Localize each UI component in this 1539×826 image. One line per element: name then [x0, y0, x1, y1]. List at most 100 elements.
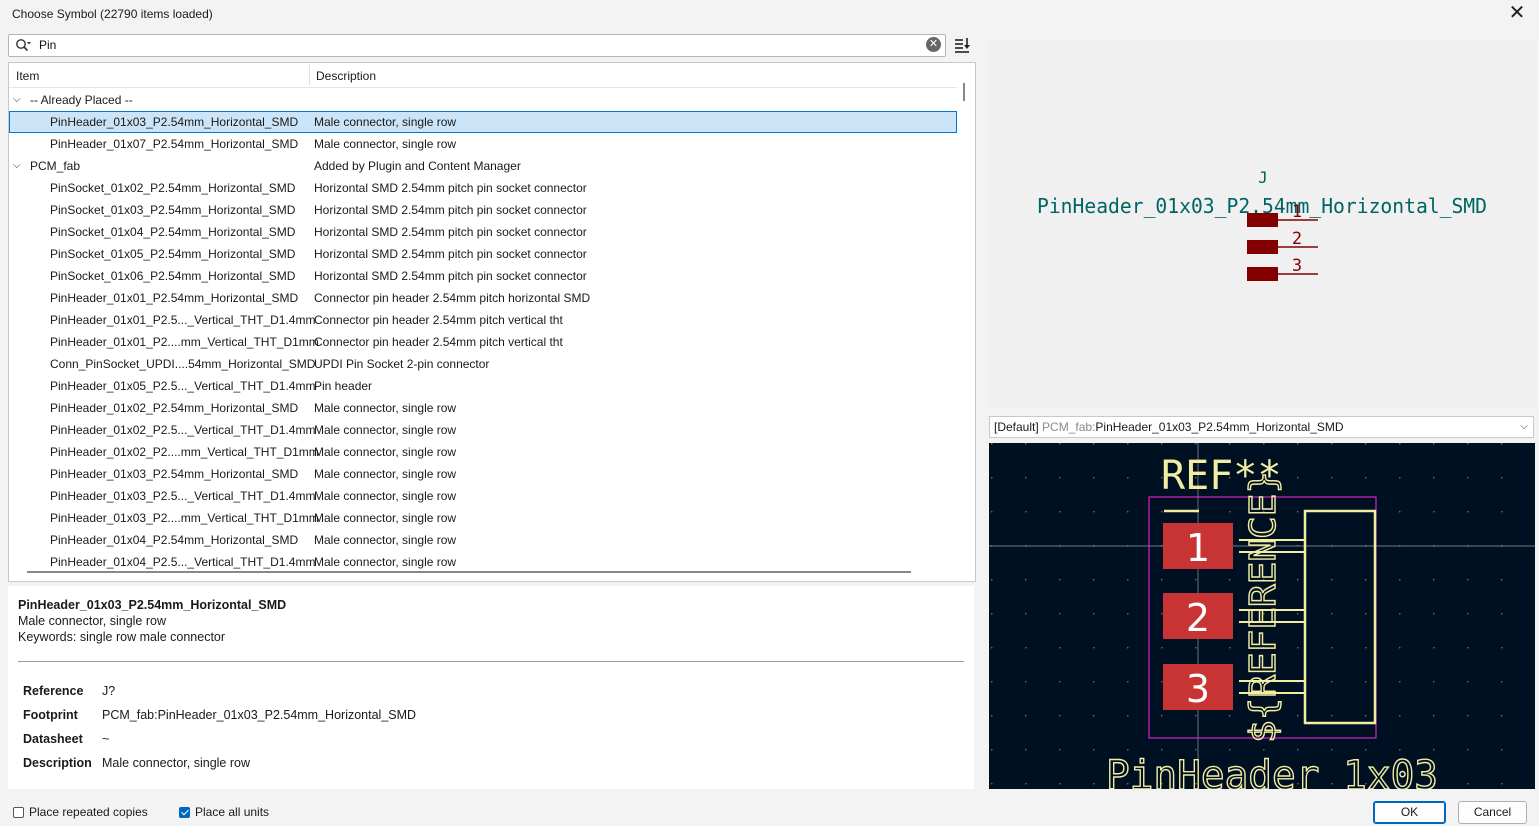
tree-item-row[interactable]: PinHeader_01x02_P2.54mm_Horizontal_SMD Ma…: [9, 397, 957, 419]
footprint-select-text: [Default] PCM_fab:PinHeader_01x03_P2.54m…: [994, 417, 1344, 437]
tree-item-row[interactable]: PinSocket_01x05_P2.54mm_Horizontal_SMD Ho…: [9, 243, 957, 265]
tree-item-row[interactable]: PinSocket_01x02_P2.54mm_Horizontal_SMD Ho…: [9, 177, 957, 199]
row-description: Male connector, single row: [314, 115, 457, 129]
footprint-pad-1: 1: [1163, 523, 1233, 570]
symbol-tree[interactable]: Item Description ⌵ -- Already Placed -- Pi…: [8, 62, 976, 582]
row-description: Male connector, single row: [314, 489, 457, 503]
tree-item-row[interactable]: PinHeader_01x01_P2.5..._Vertical_THT_D1.…: [9, 309, 957, 331]
tree-item-row[interactable]: PinHeader_01x04_P2.54mm_Horizontal_SMD Ma…: [9, 529, 957, 551]
row-item-name: PinHeader_01x01_P2....mm_Vertical_THT_D1…: [50, 335, 319, 349]
cancel-button[interactable]: Cancel: [1458, 801, 1527, 824]
row-description: Horizontal SMD 2.54mm pitch pin socket c…: [314, 181, 587, 195]
row-item-name: PinHeader_01x04_P2.54mm_Horizontal_SMD: [50, 533, 299, 547]
tree-item-row[interactable]: PinHeader_01x03_P2.54mm_Horizontal_SMD Ma…: [9, 463, 957, 485]
details-keywords: Keywords: single row male connector: [18, 630, 226, 644]
field-label-footprint: Footprint: [23, 708, 78, 722]
search-icon[interactable]: [15, 38, 31, 52]
close-icon[interactable]: ✕: [1505, 2, 1529, 24]
tree-item-row[interactable]: PinHeader_01x03_P2....mm_Vertical_THT_D1…: [9, 507, 957, 529]
details-panel: PinHeader_01x03_P2.54mm_Horizontal_SMD M…: [8, 586, 974, 789]
field-label-datasheet: Datasheet: [23, 732, 83, 746]
row-description: Male connector, single row: [314, 555, 457, 569]
place-all-units-check-box[interactable]: [179, 806, 190, 818]
chevron-down-icon[interactable]: ⌵: [13, 89, 23, 111]
row-item-name: Conn_PinSocket_UPDI....54mm_Horizontal_S…: [50, 357, 316, 371]
row-description: Male connector, single row: [314, 467, 457, 481]
row-item-name: PinHeader_01x03_P2.5..._Vertical_THT_D1.…: [50, 489, 316, 503]
tree-item-row[interactable]: PinHeader_01x04_P2.5..._Vertical_THT_D1.…: [9, 551, 957, 573]
column-divider[interactable]: [309, 65, 310, 85]
field-value-footprint: PCM_fab:PinHeader_01x03_P2.54mm_Horizont…: [102, 708, 417, 722]
footprint-select-name: PinHeader_01x03_P2.54mm_Horizontal_SMD: [1095, 420, 1344, 434]
field-label-reference: Reference: [23, 684, 84, 698]
vertical-scrollbar[interactable]: [961, 75, 967, 565]
footprint-select[interactable]: [Default] PCM_fab:PinHeader_01x03_P2.54m…: [989, 416, 1534, 438]
row-item-name: PinHeader_01x05_P2.5..._Vertical_THT_D1.…: [50, 379, 316, 393]
row-item-name: PinSocket_01x05_P2.54mm_Horizontal_SMD: [50, 247, 296, 261]
tree-item-row[interactable]: PinHeader_01x01_P2.54mm_Horizontal_SMD Co…: [9, 287, 957, 309]
footprint-preview: REF** 1 2 3 ${REFERENCE} PinHeader_1x03: [989, 443, 1535, 789]
tree-rows: ⌵ -- Already Placed -- PinHeader_01x03_P2.…: [9, 89, 957, 573]
field-label-description: Description: [23, 756, 92, 770]
row-description: Connector pin header 2.54mm pitch vertic…: [314, 335, 563, 349]
column-description-header[interactable]: Description: [316, 69, 376, 83]
row-item-name: PinHeader_01x03_P2....mm_Vertical_THT_D1…: [50, 511, 319, 525]
row-description: Connector pin header 2.54mm pitch horizo…: [314, 291, 591, 305]
place-all-units-checkbox[interactable]: Place all units: [179, 805, 269, 819]
row-item-name: -- Already Placed --: [30, 93, 133, 107]
tree-item-row[interactable]: PinHeader_01x01_P2....mm_Vertical_THT_D1…: [9, 331, 957, 353]
row-description: Connector pin header 2.54mm pitch vertic…: [314, 313, 563, 327]
vertical-scroll-thumb[interactable]: [963, 83, 965, 101]
symbol-pin-2-label: 2: [1292, 229, 1302, 249]
tree-item-row[interactable]: PinSocket_01x04_P2.54mm_Horizontal_SMD Ho…: [9, 221, 957, 243]
tree-item-row[interactable]: PinHeader_01x05_P2.5..._Vertical_THT_D1.…: [9, 375, 957, 397]
row-item-name: PCM_fab: [30, 159, 81, 173]
ok-button[interactable]: OK: [1373, 801, 1446, 824]
place-repeated-label[interactable]: Place repeated copies: [29, 805, 148, 819]
field-value-datasheet: ~: [102, 732, 110, 746]
tree-item-row[interactable]: PinHeader_01x02_P2.5..._Vertical_THT_D1.…: [9, 419, 957, 441]
tree-item-row[interactable]: PinSocket_01x06_P2.54mm_Horizontal_SMD Ho…: [9, 265, 957, 287]
tree-item-row[interactable]: PinSocket_01x03_P2.54mm_Horizontal_SMD Ho…: [9, 199, 957, 221]
symbol-pin-2: 2: [1247, 229, 1318, 254]
place-repeated-check-box[interactable]: [13, 806, 24, 818]
tree-group-row[interactable]: ⌵ -- Already Placed --: [9, 89, 957, 111]
details-description: Male connector, single row: [18, 614, 166, 628]
symbol-pin-3: 3: [1247, 256, 1318, 281]
tree-item-row[interactable]: PinHeader_01x02_P2....mm_Vertical_THT_D1…: [9, 441, 957, 463]
tree-item-row[interactable]: PinHeader_01x07_P2.54mm_Horizontal_SMD Ma…: [9, 133, 957, 155]
window-title: Choose Symbol (22790 items loaded): [12, 7, 213, 21]
row-description: Male connector, single row: [314, 445, 457, 459]
place-repeated-checkbox[interactable]: Place repeated copies: [13, 805, 148, 819]
title-bar: Choose Symbol (22790 items loaded) ✕: [0, 0, 1539, 28]
clear-search-icon[interactable]: ✕: [926, 37, 941, 52]
row-description: Added by Plugin and Content Manager: [314, 159, 521, 173]
footer: Place repeated copies Place all units OK…: [0, 796, 1539, 826]
tree-item-row[interactable]: PinHeader_01x03_P2.5..._Vertical_THT_D1.…: [9, 485, 957, 507]
row-description: Horizontal SMD 2.54mm pitch pin socket c…: [314, 269, 587, 283]
symbol-ref-text: J: [1258, 168, 1268, 187]
row-item-name: PinSocket_01x06_P2.54mm_Horizontal_SMD: [50, 269, 296, 283]
column-item-header[interactable]: Item: [16, 69, 39, 83]
search-input[interactable]: [39, 37, 919, 53]
sort-button[interactable]: [951, 34, 973, 56]
row-description: Pin header: [314, 379, 373, 393]
tree-item-row[interactable]: Conn_PinSocket_UPDI....54mm_Horizontal_S…: [9, 353, 957, 375]
row-item-name: PinHeader_01x07_P2.54mm_Horizontal_SMD: [50, 137, 299, 151]
row-description: Male connector, single row: [314, 423, 457, 437]
field-value-description: Male connector, single row: [102, 756, 250, 770]
tree-item-row[interactable]: PinHeader_01x03_P2.54mm_Horizontal_SMD Ma…: [9, 111, 957, 133]
chevron-down-icon[interactable]: ⌵: [13, 155, 23, 177]
row-description: Male connector, single row: [314, 401, 457, 415]
pad-1-label: 1: [1186, 526, 1210, 570]
row-item-name: PinHeader_01x01_P2.5..._Vertical_THT_D1.…: [50, 313, 316, 327]
row-item-name: PinSocket_01x03_P2.54mm_Horizontal_SMD: [50, 203, 296, 217]
place-all-units-label[interactable]: Place all units: [195, 805, 269, 819]
tree-group-row[interactable]: ⌵ PCM_fab Added by Plugin and Content Mana…: [9, 155, 957, 177]
row-item-name: PinHeader_01x02_P2....mm_Vertical_THT_D1…: [50, 445, 319, 459]
chevron-down-icon[interactable]: ⌵: [1520, 417, 1528, 437]
row-description: Horizontal SMD 2.54mm pitch pin socket c…: [314, 247, 587, 261]
search-box[interactable]: ✕: [8, 34, 946, 57]
pad-3-label: 3: [1186, 667, 1210, 711]
horizontal-scrollbar[interactable]: [27, 571, 911, 573]
